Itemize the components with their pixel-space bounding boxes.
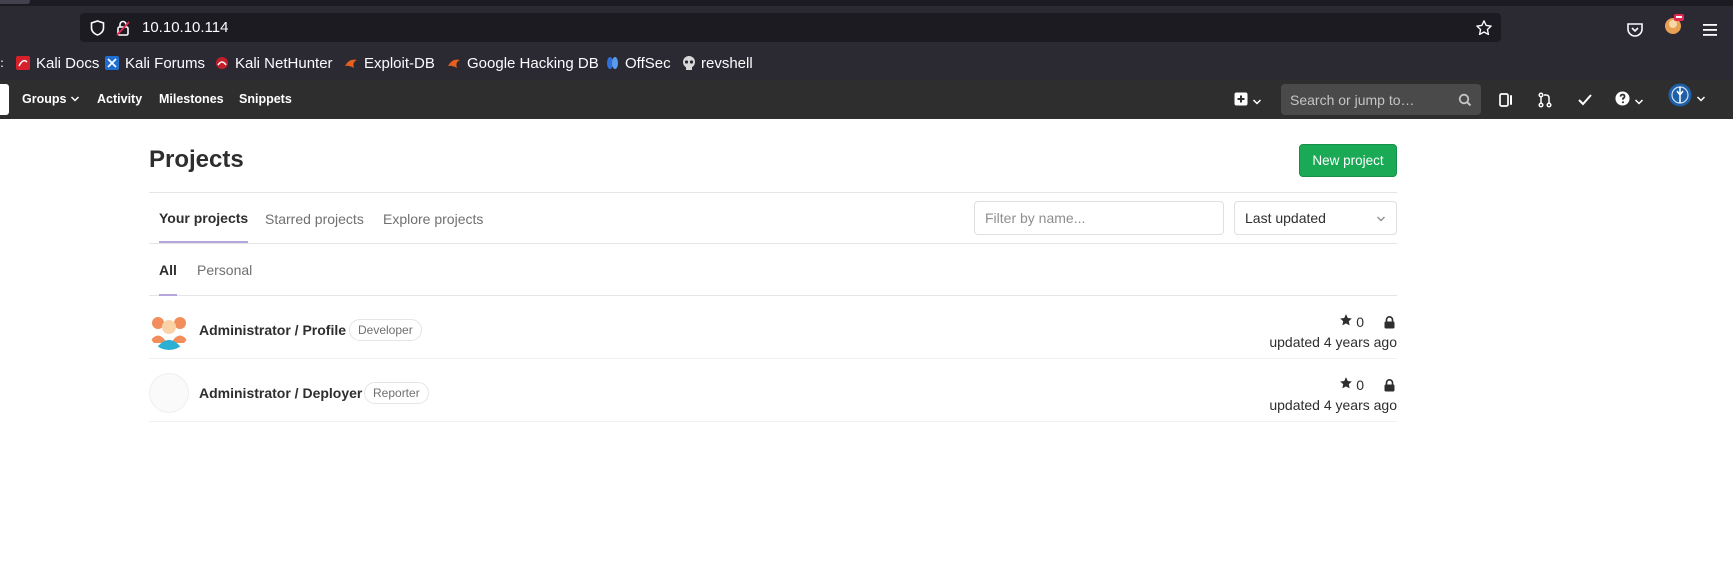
lock-icon — [1384, 377, 1395, 396]
help-dropdown-button[interactable] — [1615, 90, 1644, 110]
sort-dropdown[interactable]: Last updated — [1234, 201, 1397, 235]
project-tabs: Your projects Starred projects Explore p… — [149, 192, 1397, 244]
filter-by-name-input[interactable] — [974, 201, 1224, 235]
pocket-icon[interactable] — [1624, 19, 1646, 41]
exploit-db-icon — [344, 56, 358, 70]
subtab-personal[interactable]: Personal — [197, 244, 252, 295]
bookmarks-toolbar: : Kali Docs Kali Forums Kali NetHunter E… — [0, 46, 1733, 80]
subtab-all[interactable]: All — [159, 244, 177, 296]
project-avatar[interactable] — [149, 310, 189, 350]
chevron-down-icon — [1252, 91, 1262, 110]
skull-icon — [681, 56, 695, 70]
project-subtabs: All Personal — [149, 244, 1397, 296]
chevron-down-icon — [1696, 88, 1706, 107]
star-icon — [1339, 376, 1353, 393]
search-input[interactable]: Search or jump to… — [1281, 84, 1481, 115]
kali-forums-icon — [105, 56, 119, 70]
project-row: Administrator / Deployer Reporter 0 upda… — [149, 359, 1397, 422]
project-avatar[interactable] — [149, 373, 189, 413]
overflow-chevron-icon[interactable]: : — [0, 56, 4, 70]
role-badge: Reporter — [364, 382, 429, 404]
nav-activity[interactable]: Activity — [97, 92, 142, 106]
nav-snippets[interactable]: Snippets — [239, 92, 292, 106]
bookmark-star-icon[interactable] — [1475, 19, 1493, 37]
bookmark-revshell[interactable]: revshell — [681, 54, 753, 72]
project-name-link[interactable]: Administrator / Profile — [199, 322, 346, 338]
ghdb-icon — [447, 56, 461, 70]
menu-icon[interactable] — [1699, 19, 1721, 41]
bookmark-google-hacking-db[interactable]: Google Hacking DB — [447, 54, 599, 72]
new-project-button[interactable]: New project — [1299, 144, 1397, 177]
star-count[interactable]: 0 — [1339, 376, 1364, 393]
bookmark-offsec[interactable]: OffSec — [605, 54, 671, 72]
merge-request-icon[interactable] — [1537, 90, 1553, 110]
gitlab-header: Groups Activity Milestones Snippets Sear… — [0, 80, 1733, 119]
project-name-link[interactable]: Administrator / Deployer — [199, 385, 362, 401]
shield-icon[interactable] — [88, 19, 106, 37]
updated-time: updated 4 years ago — [1269, 397, 1397, 413]
plus-square-icon — [1234, 91, 1248, 110]
user-menu-button[interactable] — [1668, 83, 1706, 107]
extension-avatar-icon[interactable] — [1663, 13, 1685, 35]
lock-insecure-icon[interactable] — [114, 19, 132, 37]
kali-docs-icon — [16, 56, 30, 70]
nav-milestones[interactable]: Milestones — [159, 92, 224, 106]
tab-explore-projects[interactable]: Explore projects — [383, 193, 483, 244]
bookmark-kali-nethunter[interactable]: Kali NetHunter — [215, 54, 333, 72]
offsec-icon — [605, 56, 619, 70]
gitlab-logo[interactable] — [0, 84, 9, 115]
page-title: Projects — [149, 146, 244, 173]
bookmark-kali-forums[interactable]: Kali Forums — [105, 54, 205, 72]
star-icon — [1339, 313, 1353, 330]
star-count[interactable]: 0 — [1339, 313, 1364, 330]
new-dropdown-button[interactable] — [1234, 90, 1262, 110]
url-text: 10.10.10.114 — [142, 19, 229, 36]
search-icon — [1458, 92, 1472, 111]
chevron-down-icon — [1634, 91, 1644, 110]
issues-icon[interactable] — [1498, 90, 1514, 110]
tab-starred-projects[interactable]: Starred projects — [265, 193, 364, 244]
lock-icon — [1384, 314, 1395, 333]
browser-tab[interactable] — [0, 0, 30, 4]
avatar — [1668, 83, 1692, 111]
bookmark-exploit-db[interactable]: Exploit-DB — [344, 54, 435, 72]
bookmark-kali-docs[interactable]: Kali Docs — [16, 54, 99, 72]
chevron-down-icon — [1376, 210, 1386, 226]
nav-groups[interactable]: Groups — [22, 92, 80, 106]
updated-time: updated 4 years ago — [1269, 334, 1397, 350]
project-row: Administrator / Profile Developer 0 upda… — [149, 296, 1397, 359]
url-bar[interactable]: 10.10.10.114 — [80, 13, 1501, 42]
chevron-down-icon — [70, 92, 80, 106]
todo-icon[interactable] — [1577, 90, 1593, 110]
kali-nethunter-icon — [215, 56, 229, 70]
browser-navbar: 10.10.10.114 — [0, 6, 1733, 46]
tab-your-projects[interactable]: Your projects — [159, 193, 249, 244]
question-circle-icon — [1615, 90, 1630, 110]
role-badge: Developer — [349, 319, 422, 341]
